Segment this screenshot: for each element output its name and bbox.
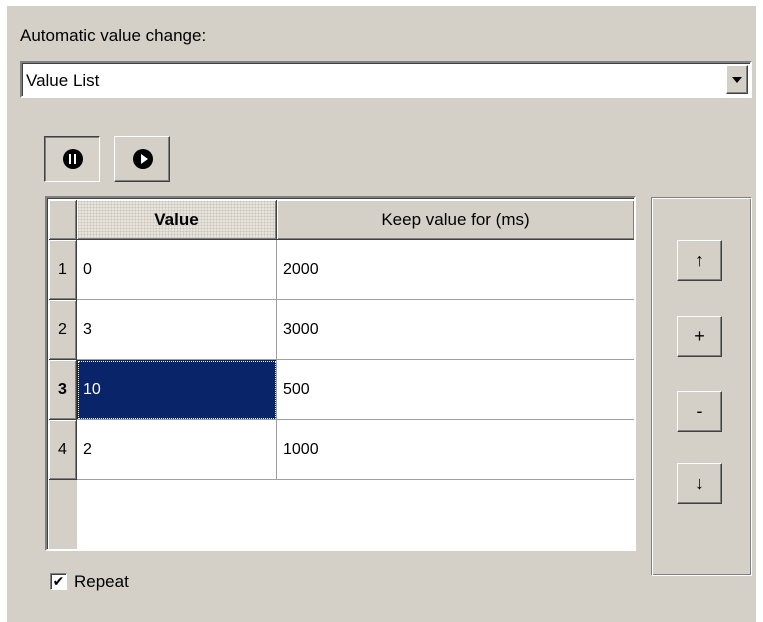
add-row-button[interactable]: + <box>677 316 722 357</box>
value-cell[interactable]: 2 <box>77 420 277 480</box>
mode-dropdown-value: Value List <box>26 71 100 90</box>
repeat-label[interactable]: Repeat <box>74 572 129 592</box>
plus-icon: + <box>694 326 705 346</box>
value-cell[interactable]: 0 <box>77 240 277 300</box>
check-mark-icon: ✔ <box>52 573 65 589</box>
move-down-button[interactable]: ↓ <box>677 463 722 504</box>
grid-corner-header <box>49 200 77 240</box>
row-header[interactable]: 1 <box>49 240 77 300</box>
column-header-keep-value[interactable]: Keep value for (ms) <box>277 200 634 240</box>
repeat-checkbox[interactable]: ✔ <box>50 573 67 590</box>
arrow-up-icon: ↑ <box>695 250 704 270</box>
column-header-value[interactable]: Value <box>77 200 277 240</box>
chevron-down-icon <box>732 77 742 83</box>
value-cell[interactable]: 3 <box>77 300 277 360</box>
value-cell-selected[interactable]: 10 <box>77 360 277 420</box>
keep-value-cell[interactable]: 3000 <box>277 300 634 360</box>
value-list-grid[interactable]: Value Keep value for (ms) 1 0 2000 2 3 3… <box>45 196 636 551</box>
play-icon <box>133 149 153 169</box>
row-header-current[interactable]: 3 <box>49 360 77 420</box>
move-up-button[interactable]: ↑ <box>677 240 722 281</box>
dropdown-arrow-button[interactable] <box>726 65 748 94</box>
keep-value-cell[interactable]: 1000 <box>277 420 634 480</box>
keep-value-cell[interactable]: 500 <box>277 360 634 420</box>
play-button[interactable] <box>114 136 170 182</box>
mode-dropdown[interactable]: Value List <box>20 61 752 98</box>
keep-value-cell[interactable]: 2000 <box>277 240 634 300</box>
pause-button[interactable] <box>44 136 100 182</box>
automatic-value-change-label: Automatic value change: <box>20 26 207 45</box>
row-header[interactable]: 2 <box>49 300 77 360</box>
minus-icon: - <box>696 401 703 421</box>
pause-icon <box>63 149 83 169</box>
arrow-down-icon: ↓ <box>695 473 704 493</box>
row-header[interactable]: 4 <box>49 420 77 480</box>
remove-row-button[interactable]: - <box>677 391 722 432</box>
